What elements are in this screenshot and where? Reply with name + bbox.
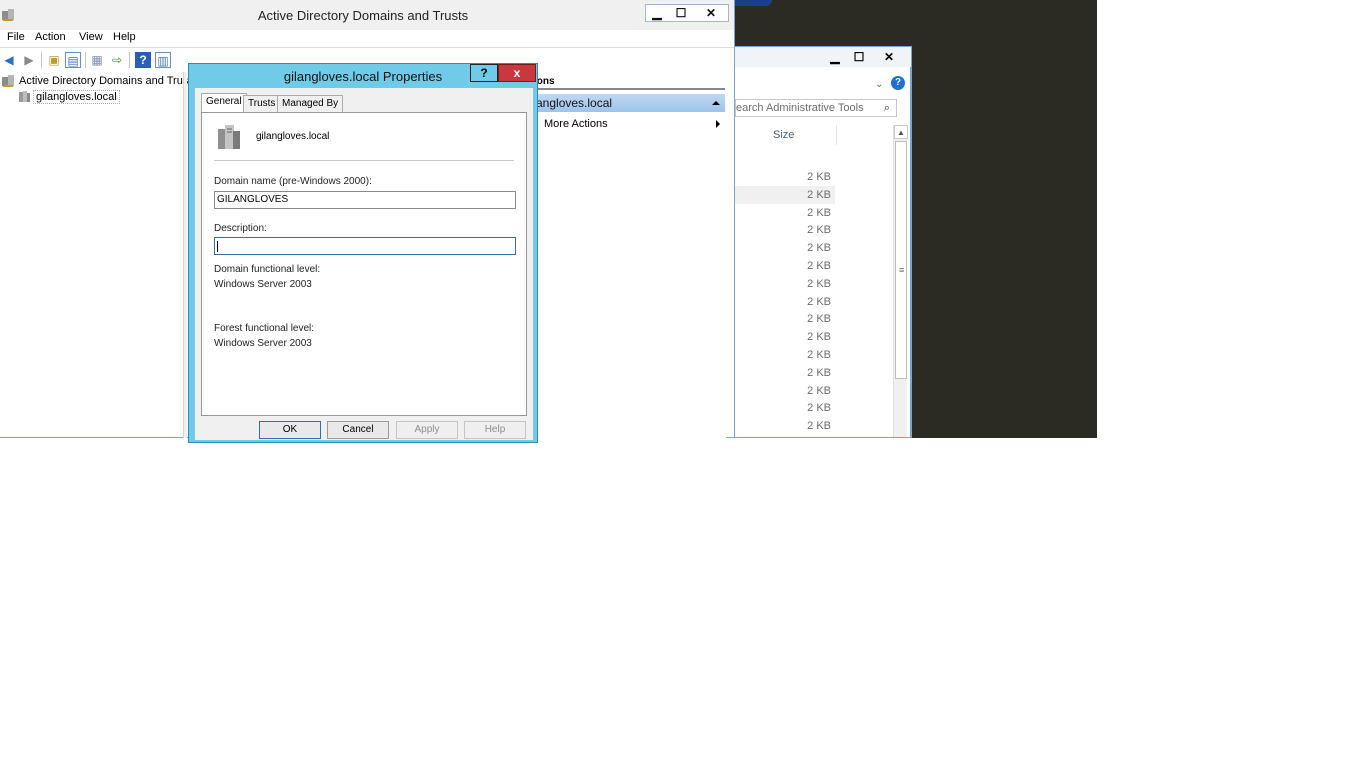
submenu-arrow-icon — [716, 120, 720, 128]
toolbar-separator — [85, 52, 86, 68]
domain-display-name: gilangloves.local — [256, 131, 330, 142]
text-caret — [217, 241, 218, 252]
search-icon[interactable]: ⌕ — [880, 100, 894, 116]
search-input[interactable]: earch Administrative Tools ⌕ — [735, 99, 897, 117]
console-tree: Active Directory Domains and Trust gilan… — [0, 72, 191, 438]
back-arrow-icon[interactable]: ◀ — [1, 52, 17, 68]
dialog-close-button[interactable]: x — [498, 64, 536, 82]
menu-view[interactable]: View — [79, 31, 103, 43]
actions-domain-section[interactable]: angloves.local — [530, 94, 725, 112]
window-title: Active Directory Domains and Trusts — [257, 8, 469, 23]
help-button[interactable]: Help — [464, 421, 526, 439]
scroll-thumb[interactable]: ≡ — [895, 141, 907, 379]
domain-icon — [19, 91, 30, 102]
explorer-titlebar: ▁ ☐ ✕ — [735, 47, 911, 67]
file-size-cell[interactable]: 2 KB — [735, 328, 835, 346]
domain-functional-level-label: Domain functional level: — [214, 264, 321, 275]
properties-dialog: gilangloves.local Properties ? x General… — [188, 63, 538, 443]
forest-functional-level-label: Forest functional level: — [214, 323, 315, 334]
ok-button[interactable]: OK — [259, 421, 321, 439]
vertical-scrollbar[interactable]: ▲ ≡ — [893, 125, 908, 437]
menu-bar: File Action View Help — [0, 30, 734, 46]
forest-functional-level-value: Windows Server 2003 — [214, 338, 312, 349]
tab-general[interactable]: General — [201, 93, 247, 113]
file-size-cell[interactable]: 2 KB — [735, 310, 835, 328]
more-actions-label: More Actions — [544, 118, 608, 130]
prewin-label: Domain name (pre-Windows 2000): — [214, 176, 372, 187]
column-header-size[interactable]: Size — [773, 129, 794, 141]
maximize-button[interactable]: ☐ — [669, 4, 693, 22]
ribbon-collapse-icon[interactable]: ⌄ — [875, 79, 883, 90]
show-action-pane-icon[interactable]: ▥ — [155, 52, 171, 68]
actions-domain-label: angloves.local — [536, 96, 613, 110]
window-titlebar: Active Directory Domains and Trusts ▁ ☐ … — [0, 0, 734, 30]
dialog-help-button[interactable]: ? — [470, 64, 498, 82]
toolbar-separator — [129, 52, 130, 68]
explorer-window: ▁ ☐ ✕ ⌄ ? earch Administrative Tools ⌕ S… — [734, 46, 912, 438]
explorer-maximize-button[interactable]: ☐ — [849, 49, 869, 65]
pane-splitter[interactable] — [183, 72, 187, 438]
menu-action[interactable]: Action — [35, 31, 66, 43]
file-size-cell[interactable]: 2 KB — [735, 399, 835, 417]
search-placeholder: earch Administrative Tools — [736, 102, 864, 114]
grip-icon: ≡ — [899, 265, 905, 275]
file-size-cell[interactable]: 2 KB — [735, 293, 835, 311]
file-size-cell[interactable]: 2 KB — [735, 346, 835, 364]
explorer-minimize-button[interactable]: ▁ — [825, 49, 845, 65]
file-size-cell[interactable]: 2 KB — [735, 382, 835, 400]
menu-file[interactable]: File — [7, 31, 25, 43]
cancel-button[interactable]: Cancel — [327, 421, 389, 439]
forward-arrow-icon[interactable]: ▶ — [21, 52, 37, 68]
description-label: Description: — [214, 223, 267, 234]
file-size-cell[interactable]: 2 KB — [735, 221, 835, 239]
menu-help[interactable]: Help — [113, 31, 136, 43]
domain-functional-level-value: Windows Server 2003 — [214, 279, 312, 290]
toolbar-separator — [41, 52, 42, 68]
properties-icon[interactable]: ▦ — [89, 52, 105, 68]
tab-managed-by[interactable]: Managed By — [277, 95, 344, 112]
file-size-cell[interactable]: 2 KB — [735, 185, 835, 204]
show-hide-tree-icon[interactable]: ▤ — [65, 52, 81, 68]
column-header[interactable]: Size — [735, 125, 837, 145]
tree-domain-item[interactable]: gilangloves.local — [33, 90, 120, 104]
file-size-cell[interactable]: 2 KB — [735, 239, 835, 257]
actions-pane: ions angloves.local More Actions — [529, 72, 726, 438]
file-size-cell[interactable]: 2 KB — [735, 257, 835, 275]
tree-root-item[interactable]: Active Directory Domains and Trust — [19, 75, 191, 87]
general-tab-panel: gilangloves.local Domain name (pre-Windo… — [201, 112, 527, 416]
dialog-body: General Trusts Managed By gilangloves.lo… — [195, 88, 533, 440]
file-size-cell[interactable]: 2 KB — [735, 364, 835, 382]
help-icon[interactable]: ? — [891, 76, 905, 90]
tab-strip: General Trusts Managed By — [201, 93, 531, 113]
domain-servers-icon — [218, 125, 240, 149]
prewin-domain-field[interactable]: GILANGLOVES — [214, 191, 516, 209]
description-field[interactable] — [214, 237, 516, 255]
scroll-up-arrow-icon[interactable]: ▲ — [894, 125, 908, 139]
file-size-cell[interactable]: 2 KB — [735, 417, 835, 435]
explorer-close-button[interactable]: ✕ — [879, 49, 899, 65]
domains-trusts-root-icon — [2, 75, 14, 87]
apply-button[interactable]: Apply — [396, 421, 458, 439]
file-size-cell[interactable]: 2 KB — [735, 275, 835, 293]
help-book-icon[interactable]: ? — [135, 52, 151, 68]
collapse-up-icon[interactable] — [712, 101, 720, 105]
file-size-cell[interactable]: 2 KB — [735, 168, 835, 186]
up-folder-icon[interactable]: ▣ — [46, 52, 62, 68]
close-button[interactable]: ✕ — [699, 4, 723, 22]
more-actions-item[interactable]: More Actions — [544, 118, 608, 130]
minimize-button[interactable]: ▁ — [645, 4, 669, 22]
export-list-icon[interactable]: ⇨ — [109, 52, 125, 68]
file-size-cell[interactable]: 2 KB — [735, 204, 835, 222]
tab-trusts[interactable]: Trusts — [243, 95, 281, 112]
actions-header: ions — [530, 74, 725, 90]
separator-line — [214, 160, 514, 161]
